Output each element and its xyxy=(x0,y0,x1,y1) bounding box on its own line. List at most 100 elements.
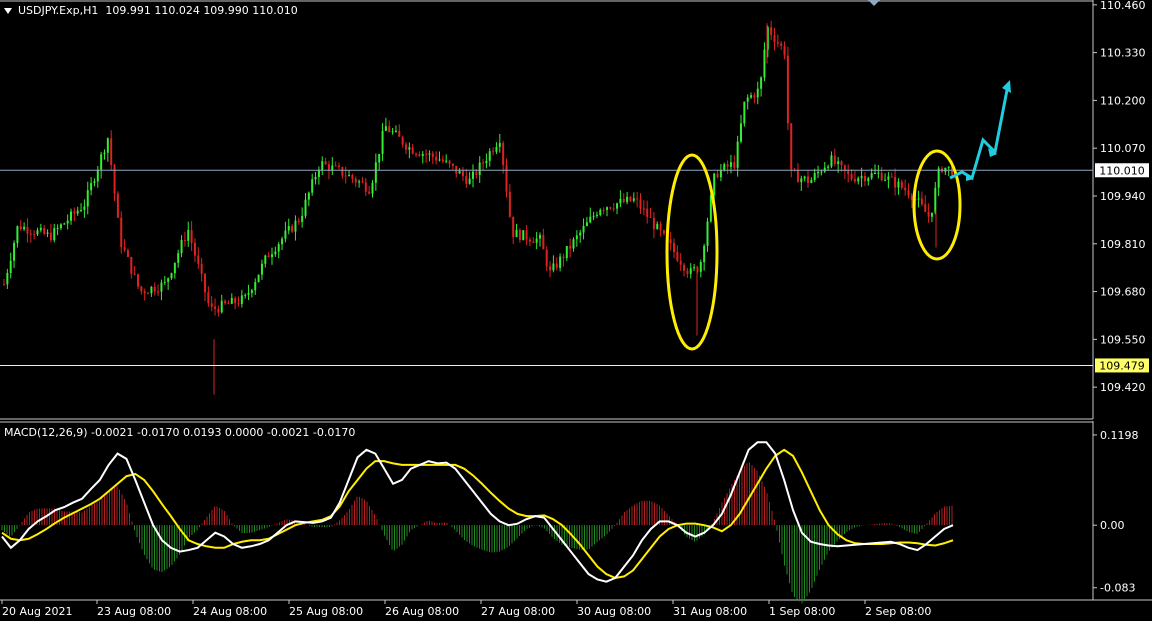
candle-body xyxy=(786,55,789,124)
candle-body xyxy=(183,240,186,242)
candle-body xyxy=(351,175,354,179)
candle-body xyxy=(512,216,515,238)
symbol-header[interactable]: USDJPY.Exp,H1 109.991 110.024 109.990 11… xyxy=(4,4,298,17)
candle-body xyxy=(894,176,897,188)
candle-body xyxy=(803,176,806,179)
candle-body xyxy=(807,176,809,183)
candle-body xyxy=(405,144,407,150)
candle-body xyxy=(237,303,240,305)
candle-body xyxy=(492,151,495,153)
candle-body xyxy=(418,154,421,156)
candle-body xyxy=(26,226,29,234)
candle-body xyxy=(384,126,387,131)
candle-body xyxy=(190,230,193,243)
candle-body xyxy=(348,175,351,177)
candle-body xyxy=(733,162,736,168)
candle-body xyxy=(602,209,605,211)
bid-price-tag: 110.010 xyxy=(1095,163,1149,178)
candle-body xyxy=(559,256,562,268)
candle-body xyxy=(193,242,196,256)
candle-body xyxy=(472,171,474,179)
candle-body xyxy=(609,207,612,209)
candle-body xyxy=(425,153,428,155)
candle-body xyxy=(33,233,36,235)
price-tick-label: 110.330 xyxy=(1100,47,1146,60)
candle-body xyxy=(6,272,9,285)
candle-body xyxy=(113,165,116,194)
candle-body xyxy=(706,221,709,246)
candle-body xyxy=(673,243,675,252)
candle-body xyxy=(421,153,424,156)
candle-body xyxy=(438,159,441,161)
time-tick-label: 1 Sep 08:00 xyxy=(769,605,835,618)
candle-body xyxy=(783,45,786,56)
candle-body xyxy=(123,247,126,251)
candle-body xyxy=(133,273,136,275)
candle-body xyxy=(863,176,866,182)
price-tick-label: 110.200 xyxy=(1100,94,1146,107)
candle-body xyxy=(874,172,876,174)
candle-body xyxy=(595,214,598,216)
candle-body xyxy=(535,238,538,243)
candle-body xyxy=(562,256,565,259)
time-tick-label: 2 Sep 08:00 xyxy=(865,605,931,618)
candle-body xyxy=(850,173,853,180)
candle-body xyxy=(830,155,833,167)
candle-body xyxy=(622,198,625,203)
chart-stage[interactable]: 110.460 110.330 110.200 110.070 109.940 109.8… xyxy=(0,0,1152,621)
candle-body xyxy=(294,220,297,232)
candle-body xyxy=(150,286,153,294)
candle-body xyxy=(699,262,702,272)
candle-body xyxy=(137,274,139,287)
candle-body xyxy=(271,254,273,258)
candle-body xyxy=(391,131,394,133)
candle-body xyxy=(897,181,900,188)
candle-body xyxy=(408,147,411,150)
candle-body xyxy=(19,226,22,230)
candle-body xyxy=(515,229,518,238)
candle-body xyxy=(750,95,753,98)
candle-body xyxy=(398,130,401,137)
candle-body xyxy=(569,245,572,249)
macd-tick-label: 0.00 xyxy=(1100,519,1125,532)
candle-body xyxy=(686,270,689,274)
candle-body xyxy=(287,226,290,231)
candle-body xyxy=(180,240,183,254)
candle-body xyxy=(39,227,42,231)
candle-body xyxy=(827,166,830,168)
candle-body xyxy=(920,198,923,205)
candle-body xyxy=(592,215,595,217)
candle-body xyxy=(716,173,719,178)
candle-body xyxy=(930,212,933,217)
candle-body xyxy=(884,179,887,181)
candle-body xyxy=(455,165,458,174)
candle-body xyxy=(495,146,498,152)
candle-body xyxy=(740,123,742,142)
candle-body xyxy=(388,126,391,132)
candle-body xyxy=(200,263,203,274)
candle-body xyxy=(475,171,478,175)
candle-body xyxy=(341,167,344,176)
candle-body xyxy=(267,255,270,258)
candle-body xyxy=(106,138,109,153)
macd-tick-label: -0.083 xyxy=(1100,582,1135,595)
candle-body xyxy=(947,166,950,168)
candle-body xyxy=(837,161,840,164)
candle-body xyxy=(937,168,940,188)
candle-body xyxy=(505,165,508,192)
candle-body xyxy=(321,161,324,171)
candle-body xyxy=(167,278,170,282)
candle-body xyxy=(445,160,448,162)
candle-body xyxy=(847,170,850,174)
candle-body xyxy=(880,172,883,181)
candle-body xyxy=(291,226,294,232)
candle-body xyxy=(43,227,46,234)
collapse-triangle-icon[interactable] xyxy=(4,8,12,14)
candle-body xyxy=(53,228,56,241)
candle-body xyxy=(518,229,521,241)
candle-body xyxy=(368,191,371,194)
time-tick-label: 31 Aug 08:00 xyxy=(673,605,747,618)
candle-body xyxy=(284,230,287,239)
candle-body xyxy=(344,175,347,177)
time-tick-label: 25 Aug 08:00 xyxy=(289,605,363,618)
